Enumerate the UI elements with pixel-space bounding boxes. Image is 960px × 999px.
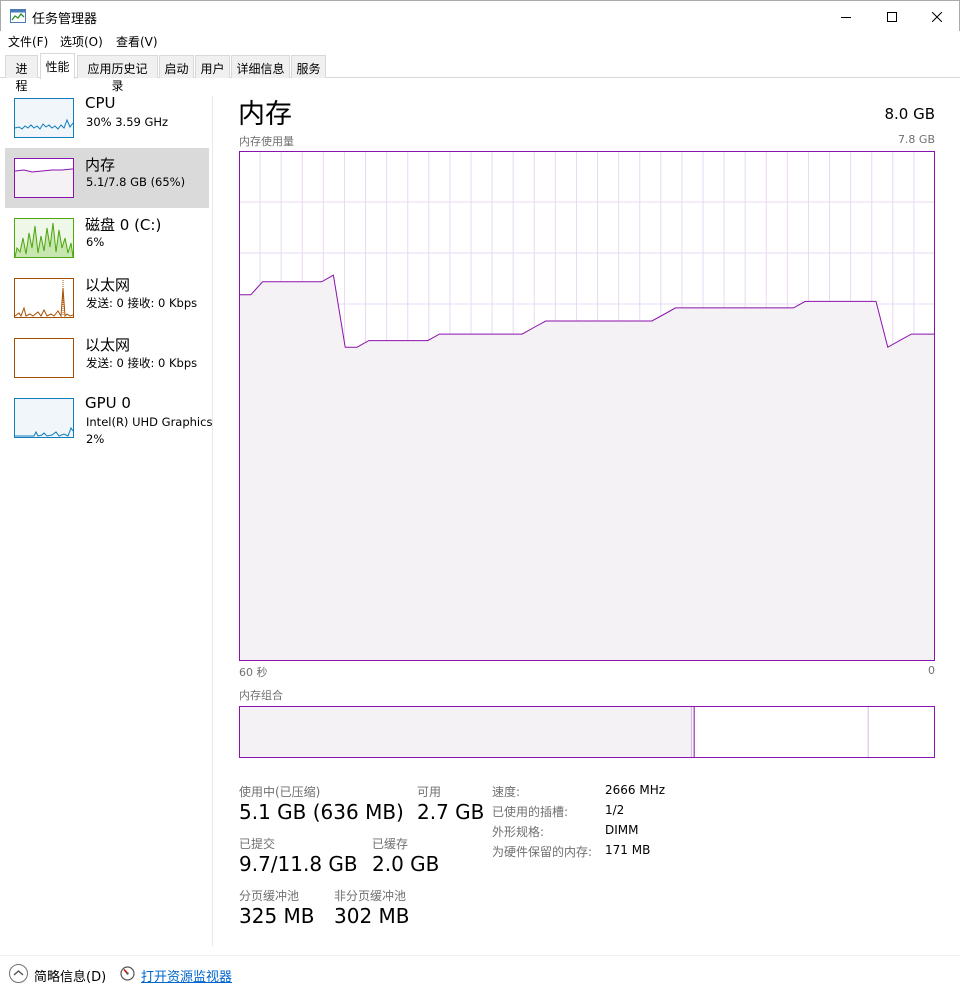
close-icon bbox=[932, 11, 942, 22]
tab-details[interactable]: 详细信息 bbox=[231, 55, 290, 78]
form-factor-label: 外形规格: bbox=[492, 825, 545, 839]
slots-label: 已使用的插槽: bbox=[492, 805, 569, 819]
resource-monitor-icon bbox=[120, 966, 135, 981]
cpu-thumbnail-graph bbox=[14, 98, 74, 138]
in-use-value: 5.1 GB (636 MB) bbox=[239, 800, 404, 824]
sidebar-ethernet2-title: 以太网 bbox=[85, 336, 131, 354]
available-label: 可用 bbox=[417, 785, 442, 799]
page-title: 内存 bbox=[238, 99, 292, 130]
sidebar-item-gpu[interactable]: GPU 0 Intel(R) UHD Graphics 2% bbox=[5, 388, 213, 448]
committed-label: 已提交 bbox=[239, 837, 276, 851]
tab-processes[interactable]: 进程 bbox=[5, 55, 38, 93]
sidebar-gpu-sub: Intel(R) UHD Graphics bbox=[86, 415, 213, 429]
sidebar-item-ethernet-2[interactable]: 以太网 发送: 0 接收: 0 Kbps bbox=[5, 328, 209, 388]
memory-usage-graph bbox=[239, 151, 935, 661]
window-title: 任务管理器 bbox=[32, 12, 98, 27]
disk-thumbnail-graph bbox=[14, 218, 74, 258]
memory-thumbnail-graph bbox=[14, 158, 74, 198]
sidebar-ethernet1-sub: 发送: 0 接收: 0 Kbps bbox=[86, 296, 198, 310]
nonpaged-pool-value: 302 MB bbox=[334, 904, 410, 928]
sidebar-gpu-sub2: 2% bbox=[86, 432, 105, 446]
chevron-up-icon[interactable] bbox=[9, 964, 28, 983]
memory-composition-graph bbox=[239, 706, 935, 758]
menu-file[interactable]: 文件(F) bbox=[8, 33, 48, 50]
in-use-label: 使用中(已压缩) bbox=[239, 785, 321, 799]
sidebar-disk-title: 磁盘 0 (C:) bbox=[85, 216, 162, 234]
sidebar-item-cpu[interactable]: CPU 30% 3.59 GHz bbox=[5, 88, 209, 148]
sidebar-cpu-title: CPU bbox=[85, 94, 116, 112]
footer-bar: 简略信息(D) 打开资源监视器 bbox=[0, 955, 960, 999]
hardware-reserved-value: 171 MB bbox=[605, 843, 651, 857]
sidebar-memory-sub: 5.1/7.8 GB (65%) bbox=[86, 175, 186, 189]
tab-bar: 进程 性能 应用历史记录 启动 用户 详细信息 服务 bbox=[0, 51, 960, 93]
sidebar-item-ethernet-1[interactable]: 以太网 发送: 0 接收: 0 Kbps bbox=[5, 268, 209, 328]
tab-users[interactable]: 用户 bbox=[195, 55, 230, 78]
sidebar-memory-title: 内存 bbox=[85, 156, 116, 174]
sidebar-ethernet2-sub: 发送: 0 接收: 0 Kbps bbox=[86, 356, 198, 370]
speed-value: 2666 MHz bbox=[605, 783, 666, 797]
open-resource-monitor-link[interactable]: 打开资源监视器 bbox=[141, 966, 232, 985]
slots-value: 1/2 bbox=[605, 803, 625, 817]
available-value: 2.7 GB bbox=[417, 800, 485, 824]
menu-bar: 文件(F) 选项(O) 查看(V) bbox=[0, 31, 960, 51]
time-axis-start: 60 秒 bbox=[239, 666, 268, 679]
fewer-details-button[interactable]: 简略信息(D) bbox=[34, 966, 106, 985]
resource-sidebar: CPU 30% 3.59 GHz 内存 5.1/7.8 GB (65%) 磁盘 … bbox=[0, 78, 212, 948]
cached-value: 2.0 GB bbox=[372, 852, 440, 876]
title-bar: 任务管理器 bbox=[0, 0, 960, 31]
ethernet2-thumbnail-graph bbox=[14, 338, 74, 378]
maximize-icon bbox=[887, 11, 897, 22]
usage-graph-label: 内存使用量 bbox=[239, 135, 294, 148]
sidebar-cpu-sub: 30% 3.59 GHz bbox=[86, 115, 169, 129]
form-factor-value: DIMM bbox=[605, 823, 639, 837]
sidebar-disk-sub: 6% bbox=[86, 235, 105, 249]
gpu-thumbnail-graph bbox=[14, 398, 74, 438]
hardware-reserved-label: 为硬件保留的内存: bbox=[492, 845, 593, 859]
tab-performance[interactable]: 性能 bbox=[40, 53, 75, 79]
tab-startup[interactable]: 启动 bbox=[159, 55, 194, 78]
ethernet-thumbnail-graph bbox=[14, 278, 74, 318]
paged-pool-value: 325 MB bbox=[239, 904, 315, 928]
close-button[interactable] bbox=[914, 1, 960, 32]
minimize-icon bbox=[841, 16, 851, 18]
time-axis-end: 0 bbox=[928, 664, 935, 677]
sidebar-ethernet1-title: 以太网 bbox=[85, 276, 131, 294]
tab-app-history[interactable]: 应用历史记录 bbox=[77, 55, 158, 93]
cached-label: 已缓存 bbox=[372, 837, 409, 851]
sidebar-item-memory[interactable]: 内存 5.1/7.8 GB (65%) bbox=[5, 148, 209, 208]
sidebar-divider bbox=[212, 96, 213, 946]
menu-view[interactable]: 查看(V) bbox=[116, 33, 158, 50]
sidebar-item-disk[interactable]: 磁盘 0 (C:) 6% bbox=[5, 208, 209, 268]
paged-pool-label: 分页缓冲池 bbox=[239, 889, 300, 903]
composition-in-use bbox=[239, 706, 695, 758]
committed-value: 9.7/11.8 GB bbox=[239, 852, 358, 876]
nonpaged-pool-label: 非分页缓冲池 bbox=[334, 889, 407, 903]
speed-label: 速度: bbox=[492, 785, 521, 799]
task-manager-icon bbox=[10, 9, 26, 23]
usage-graph-max: 7.8 GB bbox=[897, 133, 935, 146]
minimize-button[interactable] bbox=[823, 1, 869, 32]
composition-label: 内存组合 bbox=[239, 689, 283, 702]
memory-total: 8.0 GB bbox=[884, 105, 935, 123]
tab-services[interactable]: 服务 bbox=[291, 55, 326, 78]
maximize-button[interactable] bbox=[869, 1, 915, 32]
sidebar-gpu-title: GPU 0 bbox=[85, 394, 131, 412]
menu-options[interactable]: 选项(O) bbox=[60, 33, 103, 50]
